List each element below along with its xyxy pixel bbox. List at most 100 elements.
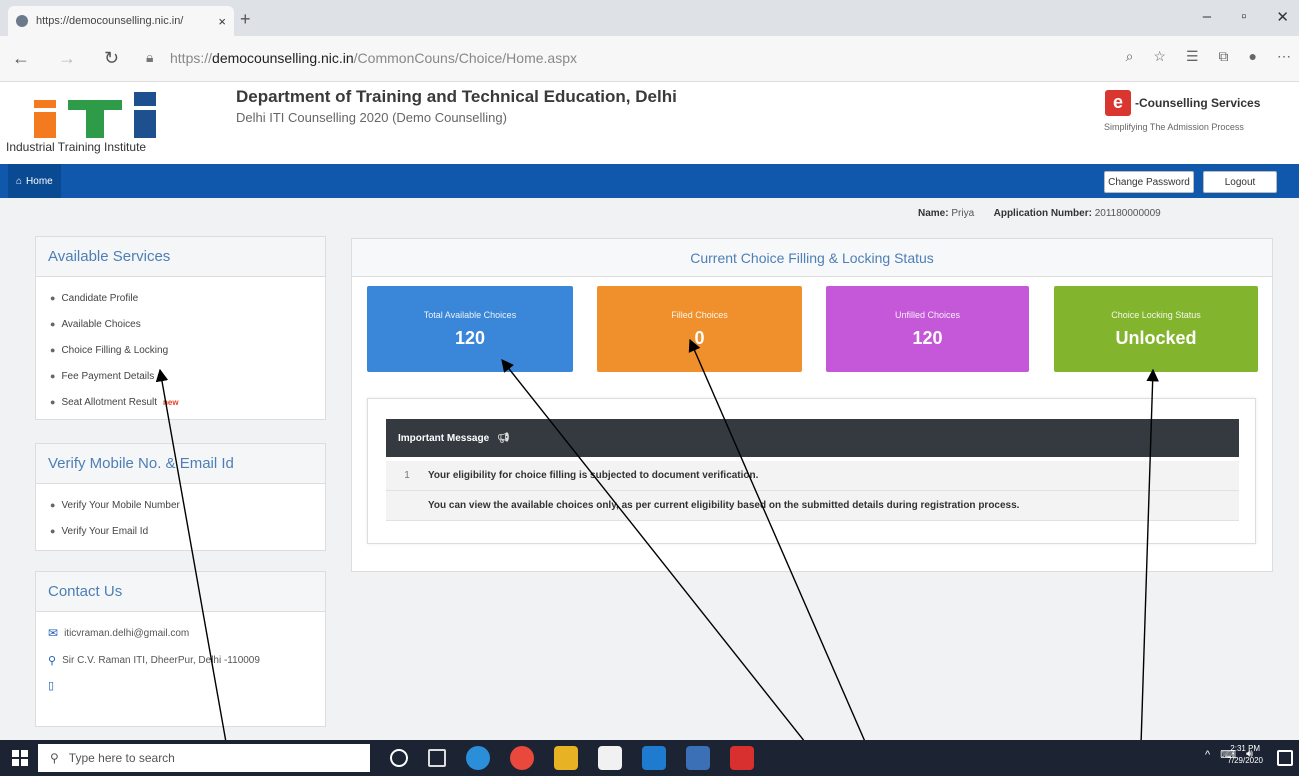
total-choices-card: Total Available Choices 120 bbox=[367, 286, 573, 372]
back-icon[interactable]: ← bbox=[12, 48, 30, 69]
window-controls: – ▫ ✕ bbox=[1203, 8, 1289, 26]
ecs-logo-icon: e bbox=[1105, 90, 1131, 116]
nav-home-label: Home bbox=[26, 175, 53, 187]
tray-chevron-icon[interactable]: ^ bbox=[1205, 749, 1210, 761]
more-icon[interactable]: ⋯ bbox=[1277, 48, 1291, 65]
message-row: You can view the available choices only,… bbox=[386, 491, 1239, 521]
verify-mobile-link[interactable]: ● Verify Your Mobile Number bbox=[50, 492, 311, 518]
mail-icon[interactable] bbox=[642, 746, 666, 770]
message-line-2: You can view the available choices only,… bbox=[428, 500, 1020, 511]
refresh-icon[interactable]: ↻ bbox=[104, 48, 119, 69]
favicon-icon bbox=[16, 15, 28, 27]
iti-logo-icon bbox=[34, 92, 164, 138]
card-label: Unfilled Choices bbox=[894, 310, 961, 320]
important-message-box: Important Message 📢︎ 1 Your eligibility … bbox=[367, 398, 1256, 544]
address-bar: ← → ↻ 🔒︎ https://democounselling.nic.in/… bbox=[0, 36, 1299, 82]
available-services-panel: Available Services ● Candidate Profile ● A… bbox=[35, 236, 326, 420]
name-label: Name: bbox=[918, 208, 949, 219]
card-value: 120 bbox=[454, 328, 486, 348]
windows-taskbar: ⚲ Type here to search ^ ⌨ 🔊︎ 2:31 PM 7/2… bbox=[0, 740, 1299, 776]
favorite-star-icon[interactable]: ☆ bbox=[1153, 48, 1166, 65]
acrobat-icon[interactable] bbox=[730, 746, 754, 770]
taskbar-clock[interactable]: 2:31 PM 7/29/2020 bbox=[1227, 743, 1263, 767]
close-window-icon[interactable]: ✕ bbox=[1276, 8, 1289, 26]
home-icon: ⌂ bbox=[16, 175, 23, 187]
contact-phone-row: ▯ bbox=[36, 679, 325, 692]
locking-status-card: Choice Locking Status Unlocked bbox=[1054, 286, 1258, 372]
taskbar-search-placeholder: Type here to search bbox=[68, 751, 175, 765]
new-tab-button[interactable]: + bbox=[240, 9, 251, 30]
contact-address-row: ⚲ Sir C.V. Raman ITI, DheerPur, Delhi -1… bbox=[36, 654, 325, 667]
filled-choices-card: Filled Choices 0 bbox=[597, 286, 802, 372]
logout-button[interactable]: Logout bbox=[1203, 171, 1277, 193]
forward-icon[interactable]: → bbox=[58, 48, 76, 69]
browser-tab-bar: https://democounselling.nic.in/ × + – ▫ … bbox=[0, 0, 1299, 36]
site-header: Industrial Training Institute Department… bbox=[0, 82, 1299, 164]
taskbar-apps bbox=[390, 746, 754, 770]
mobile-phone-icon: ▯ bbox=[48, 680, 55, 692]
card-label: Filled Choices bbox=[671, 310, 728, 320]
user-info: Name: Priya Application Number: 20118000… bbox=[918, 208, 1161, 219]
search-icon: ⚲ bbox=[50, 751, 59, 765]
services-list: ● Candidate Profile ● Available Choices ● C… bbox=[36, 277, 325, 423]
card-label: Choice Locking Status bbox=[1111, 310, 1201, 320]
file-explorer-icon[interactable] bbox=[554, 746, 578, 770]
service-fee-payment[interactable]: ● Fee Payment Details bbox=[50, 363, 311, 389]
app-icon[interactable] bbox=[686, 746, 710, 770]
edge-browser-icon[interactable] bbox=[466, 746, 490, 770]
card-value: Unlocked bbox=[1115, 328, 1197, 348]
message-line-1: Your eligibility for choice filling is s… bbox=[428, 470, 759, 481]
cortana-icon[interactable] bbox=[390, 749, 408, 767]
tab-title: https://democounselling.nic.in/ bbox=[36, 15, 184, 27]
lock-icon: 🔒︎ bbox=[146, 49, 154, 65]
page-subtitle: Delhi ITI Counselling 2020 (Demo Counsel… bbox=[236, 110, 507, 125]
bullet-icon: ● bbox=[50, 371, 56, 381]
service-candidate-profile[interactable]: ● Candidate Profile bbox=[50, 285, 311, 311]
bullet-icon: ● bbox=[50, 345, 56, 355]
chrome-icon[interactable] bbox=[510, 746, 534, 770]
ecs-logo: e -Counselling Services bbox=[1105, 90, 1260, 116]
service-choice-filling[interactable]: ● Choice Filling & Locking bbox=[50, 337, 311, 363]
taskbar-time: 2:31 PM bbox=[1230, 744, 1261, 753]
card-label: Total Available Choices bbox=[423, 310, 517, 320]
contact-email[interactable]: iticvraman.delhi@gmail.com bbox=[64, 628, 189, 639]
taskbar-search[interactable]: ⚲ Type here to search bbox=[38, 744, 370, 772]
application-number-label: Application Number: bbox=[993, 208, 1092, 219]
bullet-icon: ● bbox=[50, 319, 56, 329]
contact-email-row: ✉ iticvraman.delhi@gmail.com bbox=[36, 626, 325, 640]
browser-toolbar: ⌕ ☆ ☰ ⧉ ● ⋯ bbox=[1126, 48, 1291, 65]
verify-list: ● Verify Your Mobile Number ● Verify Your … bbox=[36, 484, 325, 552]
available-services-title: Available Services bbox=[36, 237, 325, 277]
new-badge: new bbox=[163, 397, 179, 407]
card-value: 120 bbox=[912, 328, 943, 348]
service-available-choices[interactable]: ● Available Choices bbox=[50, 311, 311, 337]
location-pin-icon: ⚲ bbox=[48, 655, 57, 667]
store-icon[interactable] bbox=[598, 746, 622, 770]
bullet-icon: ● bbox=[50, 397, 56, 407]
zoom-icon[interactable]: ⌕ bbox=[1126, 48, 1134, 65]
profile-icon[interactable]: ● bbox=[1249, 48, 1257, 65]
notification-icon[interactable] bbox=[1277, 750, 1293, 766]
windows-start-icon[interactable] bbox=[12, 750, 28, 766]
collections-icon[interactable]: ⧉ bbox=[1219, 48, 1229, 65]
minimize-icon[interactable]: – bbox=[1203, 8, 1211, 26]
choice-status-title: Current Choice Filling & Locking Status bbox=[352, 239, 1272, 277]
change-password-button[interactable]: Change Password bbox=[1104, 171, 1194, 193]
url-field[interactable]: https://democounselling.nic.in/CommonCou… bbox=[170, 50, 577, 66]
browser-tab[interactable]: https://democounselling.nic.in/ × bbox=[8, 6, 234, 36]
maximize-icon[interactable]: ▫ bbox=[1241, 8, 1246, 26]
nav-home[interactable]: ⌂ Home bbox=[8, 164, 61, 198]
verify-email-link[interactable]: ● Verify Your Email Id bbox=[50, 518, 311, 544]
bullet-icon: ● bbox=[50, 293, 56, 303]
close-tab-icon[interactable]: × bbox=[218, 14, 226, 29]
favorites-list-icon[interactable]: ☰ bbox=[1186, 48, 1199, 65]
task-view-icon[interactable] bbox=[428, 749, 446, 767]
verify-title: Verify Mobile No. & Email Id bbox=[36, 444, 325, 484]
message-row: 1 Your eligibility for choice filling is… bbox=[386, 461, 1239, 491]
important-message-header: Important Message 📢︎ bbox=[386, 419, 1239, 457]
service-seat-allotment[interactable]: ● Seat Allotment Result new bbox=[50, 389, 311, 415]
page-title: Department of Training and Technical Edu… bbox=[236, 87, 677, 106]
ecs-tagline: Simplifying The Admission Process bbox=[1104, 122, 1244, 132]
card-value: 0 bbox=[694, 328, 705, 348]
ecs-title: -Counselling Services bbox=[1135, 96, 1261, 110]
